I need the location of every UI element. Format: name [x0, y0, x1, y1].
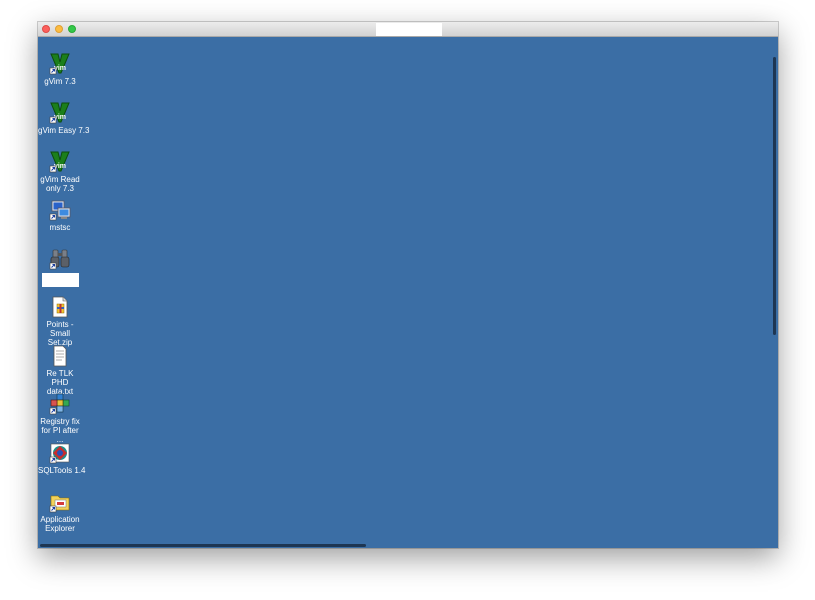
desktop-icon-gvim-easy[interactable]: vim gVim Easy 7.3: [38, 102, 90, 135]
remote-desktop-icon: [49, 199, 71, 221]
text-file-icon: [49, 345, 71, 367]
remote-desktop-window: vim gVim 7.3 vim gVim Easy 7.3 vim gVim …: [38, 22, 778, 548]
registry-icon: [49, 393, 71, 415]
desktop-icon-label: Registry fix for PI after ...: [40, 417, 80, 444]
desktop-icon-application-explorer[interactable]: Application Explorer: [38, 491, 82, 533]
desktop-icon-tlk-txt[interactable]: Re TLK PHD data.txt: [38, 345, 82, 396]
desktop-icon-label: Re TLK PHD data.txt: [46, 369, 74, 396]
binoculars-icon: [49, 248, 71, 270]
close-button[interactable]: [42, 25, 50, 33]
desktop-icon-mstsc[interactable]: mstsc: [38, 199, 82, 232]
desktop-icon-label: gVim Easy 7.3: [38, 126, 90, 135]
desktop-icon-label: Points - Small Set.zip: [46, 320, 74, 347]
redacted-label: [41, 273, 79, 287]
zoom-button[interactable]: [68, 25, 76, 33]
vim-icon: vim: [49, 151, 71, 173]
vim-icon: vim: [49, 102, 71, 124]
desktop-icon-label: SQLTools 1.4: [38, 466, 86, 475]
horizontal-scrollbar[interactable]: [40, 544, 366, 547]
desktop-icon-label: mstsc: [49, 223, 71, 232]
desktop-icon-gvim[interactable]: vim gVim 7.3: [38, 53, 82, 86]
desktop-icon-label: gVim Read only 7.3: [40, 175, 80, 193]
desktop-icon-binoculars[interactable]: [38, 248, 82, 287]
zip-file-icon: [49, 296, 71, 318]
vertical-scrollbar[interactable]: [773, 57, 776, 335]
window-titlebar[interactable]: [38, 22, 778, 37]
desktop-icon-gvim-readonly[interactable]: vim gVim Read only 7.3: [38, 151, 82, 193]
desktop-icon-sqltools[interactable]: SQLTools 1.4: [38, 442, 86, 475]
desktop-icon-label: Application Explorer: [40, 515, 80, 533]
vim-icon: vim: [49, 53, 71, 75]
folder-icon: [49, 491, 71, 513]
desktop-icon-registry-fix[interactable]: Registry fix for PI after ...: [38, 393, 82, 444]
minimize-button[interactable]: [55, 25, 63, 33]
desktop-icon-label: gVim 7.3: [44, 77, 76, 86]
sqltools-icon: [49, 442, 71, 464]
window-title: [376, 23, 442, 36]
desktop-icon-points-zip[interactable]: Points - Small Set.zip: [38, 296, 82, 347]
desktop-area[interactable]: vim gVim 7.3 vim gVim Easy 7.3 vim gVim …: [38, 37, 778, 548]
